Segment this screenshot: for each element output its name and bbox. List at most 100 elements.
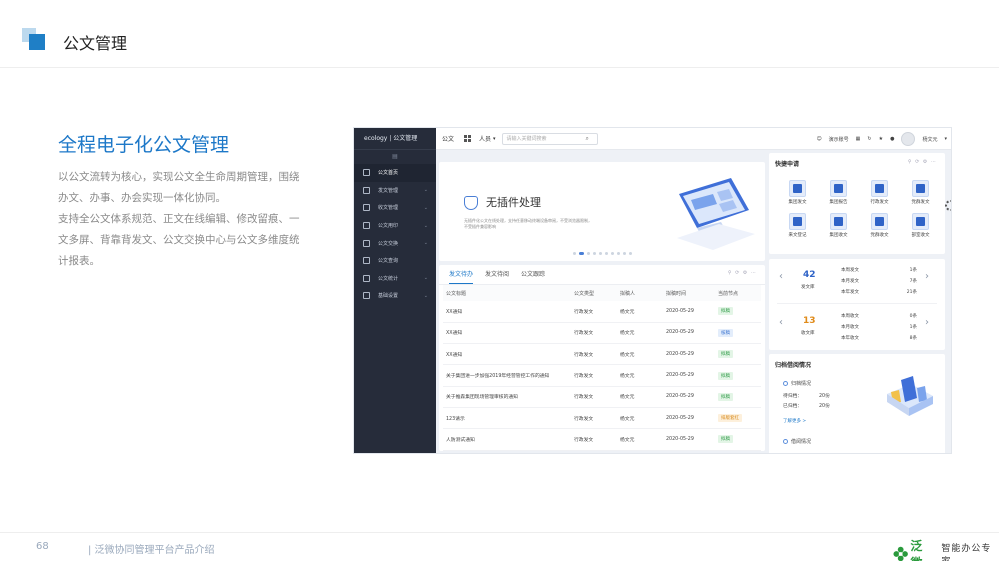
stats-card: ‹ 42 发文库 本周发文 1条 本月发文 7条 本年发文 21条 › ‹ 13 收文库 本周收文 0条 本月… — [769, 259, 945, 350]
sidebar-item[interactable]: 基础设置 ⌄ — [354, 287, 436, 305]
doc-title[interactable]: 关于集团进一步加强2019年经营管控工作的通知 — [443, 364, 571, 387]
doc-title[interactable]: 人防测试通知 — [443, 428, 571, 451]
sidebar-item[interactable]: 公文交换 ⌄ — [354, 234, 436, 252]
quick-apply-item[interactable]: 集团收文 — [818, 213, 859, 238]
logo-slogan: 智能办公专家 — [941, 544, 992, 561]
doc-author: 杨文元 — [617, 343, 663, 366]
doc-title[interactable]: XX通知 — [443, 343, 571, 366]
card-tools-icons[interactable]: ⚲ ⟳ ⚙ ⋯ — [908, 159, 937, 165]
doc-author: 杨文元 — [617, 407, 663, 430]
stat-row: 本周发文 1条 — [841, 268, 917, 273]
doc-title[interactable]: XX通知 — [443, 322, 571, 345]
status-badge: 拟稿 — [718, 435, 733, 444]
search-icon[interactable]: ⌕ — [586, 135, 589, 143]
menu-icon — [363, 257, 370, 265]
account-label[interactable]: 演示账号 — [829, 136, 849, 143]
doc-node: 拟稿 — [715, 428, 761, 451]
collapse-icon[interactable]: ▤ — [354, 150, 436, 164]
table-row[interactable]: 关于集团进一步加强2019年经营管控工作的通知 行政发文 杨文元 2020-05-29… — [443, 364, 761, 387]
doc-date: 2020-05-29 — [663, 364, 715, 387]
tab-pending[interactable]: 发文待办 — [449, 265, 474, 284]
search-scope-select[interactable]: 人员 — [479, 134, 491, 143]
table-row[interactable]: 人防测试通知 行政发文 杨文元 2020-05-29 拟稿 — [443, 428, 761, 451]
archive-done-value: 20份 — [819, 404, 830, 409]
quick-apply-label: 集团发文 — [788, 200, 807, 205]
user-name[interactable]: 杨文元 — [922, 136, 937, 143]
learn-more-link[interactable]: 了解更多 > — [783, 418, 806, 424]
quick-apply-item[interactable]: 来文登记 — [777, 213, 818, 238]
logo-name: 泛微 — [910, 539, 923, 561]
avatar[interactable] — [901, 132, 916, 146]
quick-apply-label: 部室收文 — [911, 233, 930, 238]
doc-author: 杨文元 — [617, 428, 663, 451]
sidebar-item[interactable]: 发文管理 ⌄ — [354, 182, 436, 200]
grid-icon[interactable]: ▦ — [856, 136, 861, 142]
table-row[interactable]: XX通知 行政发文 杨文元 2020-05-29 拟稿 — [443, 301, 761, 323]
quick-apply-item[interactable]: 部室收文 — [900, 213, 941, 238]
table-row[interactable]: XX通知 行政发文 杨文元 2020-05-29 拟稿 — [443, 343, 761, 366]
star-icon[interactable]: ★ — [879, 136, 883, 142]
table-row[interactable]: 123请示 行政发文 杨文元 2020-05-29 排版套红 — [443, 407, 761, 430]
archive-title: 归档借阅情况 — [775, 362, 812, 369]
col-author: 拟稿人 — [617, 285, 663, 301]
globe-icon[interactable]: ● — [890, 136, 894, 142]
chevron-left-icon[interactable]: ‹ — [779, 317, 783, 328]
quick-apply-item[interactable]: 集团发文 — [777, 180, 818, 205]
sidebar-item-label: 公文用印 — [378, 223, 399, 230]
chevron-down-icon[interactable]: ▾ — [944, 136, 947, 142]
chevron-right-icon[interactable]: › — [925, 317, 929, 328]
banner-title: 无插件处理 — [486, 196, 541, 209]
doc-node: 拟稿 — [715, 364, 761, 387]
sidebar-item[interactable]: 公文统计 ⌄ — [354, 270, 436, 288]
archive-done-label: 已归档： — [783, 404, 803, 409]
quick-apply-item[interactable]: 行政发文 — [859, 180, 900, 205]
app-brand: ecology | 公文管理 — [354, 128, 436, 150]
settings-gear-icon[interactable] — [945, 200, 951, 211]
app-screenshot: ecology | 公文管理 ▤ 公文首页 发文管理 ⌄ 收文管理 ⌄ 公文用印 ⌄ 公文交换… — [353, 127, 952, 454]
company-logo: 泛微 智能办公专家 — [893, 537, 999, 561]
apps-grid-icon[interactable] — [464, 135, 472, 142]
doc-node: 拟稿 — [715, 301, 761, 323]
stat-block: ‹ 42 发文库 本周发文 1条 本月发文 7条 本年发文 21条 › — [769, 259, 945, 303]
quick-apply-label: 来文登记 — [788, 233, 807, 238]
search-input[interactable]: 请输入关键词搜索 — [501, 132, 598, 145]
chevron-down-icon: ⌄ — [423, 240, 428, 247]
menu-icon — [363, 274, 370, 282]
doc-title[interactable]: 关于推森集团现场管理审核的通知 — [443, 386, 571, 408]
banner-subtitle: 无插件化公文在线处理，支持任意移动终端设备审阅，不受浏览器限制，不受插件兼容影响 — [464, 218, 592, 229]
chevron-left-icon[interactable]: ‹ — [779, 271, 783, 282]
quick-apply-item[interactable]: 党群发文 — [900, 180, 941, 205]
sidebar-item[interactable]: 收文管理 ⌄ — [354, 199, 436, 217]
page-number: 68 — [36, 541, 49, 552]
card-tools-icons[interactable]: ⚲ ⟳ ⚙ ⋯ — [728, 270, 757, 276]
sidebar-item-label: 公文统计 — [378, 275, 399, 282]
carousel-dots[interactable] — [573, 252, 632, 255]
sidebar: ecology | 公文管理 ▤ 公文首页 发文管理 ⌄ 收文管理 ⌄ 公文用印 ⌄ 公文交换… — [354, 128, 436, 453]
doc-type: 行政发文 — [571, 322, 617, 345]
quick-apply-item[interactable]: 党群收文 — [859, 213, 900, 238]
doc-title[interactable]: 123请示 — [443, 407, 571, 430]
chevron-right-icon[interactable]: › — [925, 271, 929, 282]
user-icon[interactable]: ☺ — [816, 136, 821, 142]
status-icon — [783, 439, 788, 444]
document-icon — [789, 213, 806, 230]
table-row[interactable]: 关于推森集团现场管理审核的通知 行政发文 杨文元 2020-05-29 拟稿 — [443, 386, 761, 408]
slide: 公文管理 全程电子化公文管理 以公文流转为核心，实现公文全生命周期管理，围绕 办… — [0, 0, 999, 561]
status-badge: 拟稿 — [718, 350, 733, 359]
table-row[interactable]: XX通知 行政发文 杨文元 2020-05-29 核稿 — [443, 322, 761, 345]
table-header-row: 公文标题 公文类型 拟稿人 拟稿时间 当前节点 — [443, 285, 761, 301]
tab-to-read[interactable]: 发文待阅 — [485, 265, 509, 284]
sidebar-item[interactable]: 公文首页 — [354, 164, 436, 182]
doc-title[interactable]: XX通知 — [443, 301, 571, 323]
module-name[interactable]: 公文 — [442, 134, 454, 143]
refresh-icon[interactable]: ↻ — [867, 136, 871, 142]
status-badge: 核稿 — [718, 328, 733, 337]
tab-tracking[interactable]: 公文跟踪 — [521, 265, 545, 284]
stat-row: 本周收文 0条 — [841, 314, 917, 319]
menu-icon — [363, 222, 370, 230]
sidebar-item[interactable]: 公文用印 ⌄ — [354, 217, 436, 235]
quick-apply-item[interactable]: 集团报告 — [818, 180, 859, 205]
sidebar-item[interactable]: 公文查询 — [354, 252, 436, 270]
stat-number: 42 — [803, 270, 816, 280]
status-icon — [783, 381, 788, 386]
